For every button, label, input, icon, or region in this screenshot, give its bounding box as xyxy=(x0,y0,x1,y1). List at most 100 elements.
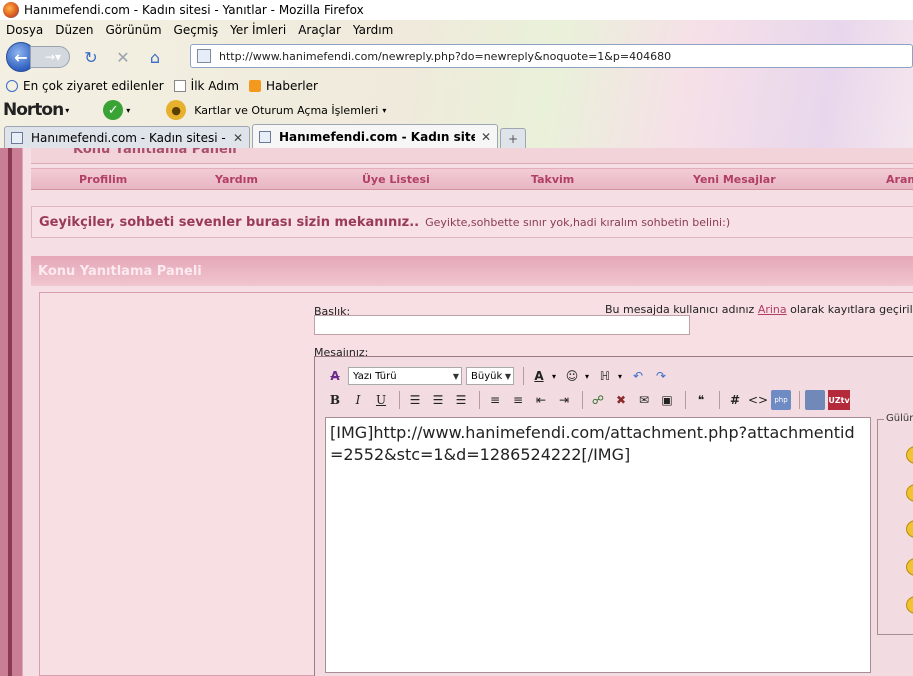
username-link[interactable]: Arina xyxy=(758,303,787,316)
text-color-icon[interactable]: A xyxy=(529,366,549,386)
smiley-icon[interactable] xyxy=(906,596,913,614)
lock-icon[interactable]: ● xyxy=(166,100,187,120)
link-icon[interactable]: ☍ xyxy=(588,390,608,410)
smiley-icon[interactable] xyxy=(906,484,913,502)
unlink-icon[interactable]: ✖ xyxy=(611,390,631,410)
smiley-icon[interactable] xyxy=(906,558,913,576)
title-input[interactable] xyxy=(314,315,690,335)
chevron-down-icon: ▼ xyxy=(452,372,459,381)
align-right-icon[interactable]: ☰ xyxy=(451,390,471,410)
nav-calendar[interactable]: Takvim xyxy=(531,173,574,186)
nav-members[interactable]: Üye Listesi xyxy=(362,173,430,186)
outdent-icon[interactable]: ⇤ xyxy=(531,390,551,410)
undo-icon[interactable]: ↶ xyxy=(628,366,648,386)
banner-title: Geyikçiler, sohbeti sevenler burası sizi… xyxy=(39,214,420,230)
page-content: Konu Yanıtlama Paneli Profilim Yardım Üy… xyxy=(22,148,913,676)
reply-panel: Başlık: Bu mesajda kullanıcı adınız Arin… xyxy=(39,292,913,676)
check-icon[interactable]: ✓ xyxy=(103,100,124,120)
menu-file[interactable]: Dosya xyxy=(6,23,43,37)
stop-icon[interactable]: ✕ xyxy=(112,46,134,68)
tab-strip: Hanımefendi.com - Kadın sitesi - Ki... ✕… xyxy=(0,124,913,148)
close-icon[interactable]: ✕ xyxy=(233,131,243,145)
search-icon xyxy=(6,80,18,92)
bookmark-label: İlk Adım xyxy=(190,79,239,93)
align-left-icon[interactable]: ☰ xyxy=(405,390,425,410)
bookmark-label: Haberler xyxy=(265,79,318,93)
font-select[interactable]: Yazı Türü ▼ xyxy=(348,367,462,385)
tab-first[interactable]: Hanımefendi.com - Kadın sitesi - Ki... ✕ xyxy=(4,126,250,148)
remove-format-icon[interactable]: A xyxy=(325,366,345,386)
hash-icon[interactable]: # xyxy=(725,390,745,410)
chevron-down-icon[interactable]: ▾ xyxy=(618,372,622,381)
menu-view[interactable]: Görünüm xyxy=(105,23,161,37)
toolbar-separator xyxy=(799,391,800,409)
banner-subtitle: Geyikte,sohbette sınır yok,hadi kıralım … xyxy=(425,215,731,229)
tab-active[interactable]: Hanımefendi.com - Kadın sitesi - ... ✕ xyxy=(252,124,498,148)
quote-icon[interactable]: ❝ xyxy=(691,390,711,410)
redo-icon[interactable]: ↷ xyxy=(651,366,671,386)
bookmark-first-steps[interactable]: İlk Adım xyxy=(173,79,239,93)
unordered-list-icon[interactable]: ≡ xyxy=(508,390,528,410)
url-text: http://www.hanimefendi.com/newreply.php?… xyxy=(219,49,672,63)
smiley-icon[interactable] xyxy=(906,446,913,464)
previous-panel-title: Konu Yanıtlama Paneli xyxy=(31,148,913,164)
message-editor: A Yazı Türü ▼ Büyük ▼ A ▾ ☺ ▾ ℍ ▾ ↶ ↷ B … xyxy=(314,356,913,676)
bookmark-news[interactable]: Haberler xyxy=(248,79,318,93)
message-textarea[interactable]: [IMG]http://www.hanimefendi.com/attachme… xyxy=(325,417,871,673)
italic-icon[interactable]: I xyxy=(348,390,368,410)
menu-tools[interactable]: Araçlar xyxy=(298,23,341,37)
reload-icon[interactable]: ↻ xyxy=(80,46,102,68)
tab-label: Hanımefendi.com - Kadın sitesi - Ki... xyxy=(31,130,227,145)
bookmark-most-visited[interactable]: En çok ziyaret edilenler xyxy=(6,79,164,93)
menu-bookmarks[interactable]: Yer İmleri xyxy=(230,23,286,37)
norton-toolbar: Norton ▾ ✓ ▾ ● Kartlar ve Oturum Açma İş… xyxy=(0,97,386,123)
chevron-down-icon[interactable]: ▾ xyxy=(126,106,130,115)
nav-new-posts[interactable]: Yeni Mesajlar xyxy=(693,173,776,186)
size-select[interactable]: Büyük ▼ xyxy=(466,367,514,385)
nav-search[interactable]: Aram xyxy=(886,173,913,186)
nav-profile[interactable]: Profilim xyxy=(79,173,127,186)
chevron-down-icon[interactable]: ▾ xyxy=(65,106,69,115)
indent-icon[interactable]: ⇥ xyxy=(554,390,574,410)
address-bar[interactable]: http://www.hanimefendi.com/newreply.php?… xyxy=(190,44,913,68)
toolbar-separator xyxy=(719,391,720,409)
smilies-box: Gülüm xyxy=(877,413,913,635)
bookmark-label: En çok ziyaret edilenler xyxy=(23,79,164,93)
site-nav: Profilim Yardım Üye Listesi Takvim Yeni … xyxy=(31,168,913,190)
menu-help[interactable]: Yardım xyxy=(353,23,393,37)
close-icon[interactable]: ✕ xyxy=(481,130,491,144)
align-center-icon[interactable]: ☰ xyxy=(428,390,448,410)
email-icon[interactable]: ✉ xyxy=(634,390,654,410)
forward-button[interactable]: →▾ xyxy=(30,46,70,68)
home-icon[interactable]: ⌂ xyxy=(144,46,166,68)
window-title-bar: Hanımefendi.com - Kadın sitesi - Yanıtla… xyxy=(0,0,913,20)
chevron-down-icon[interactable]: ▾ xyxy=(382,106,386,115)
chevron-down-icon[interactable]: ▾ xyxy=(552,372,556,381)
smiley-icon[interactable]: ☺ xyxy=(562,366,582,386)
dailymotion-icon[interactable] xyxy=(805,390,825,410)
bold-icon[interactable]: B xyxy=(325,390,345,410)
attachment-icon[interactable]: ℍ xyxy=(595,366,615,386)
user-info-text: olarak kayıtlara geçirile xyxy=(790,303,913,316)
page-icon xyxy=(11,131,23,144)
code-icon[interactable]: <> xyxy=(748,390,768,410)
forum-banner: Geyikçiler, sohbeti sevenler burası sizi… xyxy=(31,206,913,238)
menu-bar: Dosya Düzen Görünüm Geçmiş Yer İmleri Ar… xyxy=(0,20,405,40)
smiley-icon[interactable] xyxy=(906,520,913,538)
editor-toolbar-row-2: B I U ☰ ☰ ☰ ≡ ≡ ⇤ ⇥ ☍ ✖ ✉ ▣ ❝ # <> php U… xyxy=(325,389,853,411)
nav-help[interactable]: Yardım xyxy=(215,173,258,186)
menu-edit[interactable]: Düzen xyxy=(55,23,93,37)
cards-logins-button[interactable]: Kartlar ve Oturum Açma İşlemleri xyxy=(194,104,378,117)
rss-icon xyxy=(248,80,261,92)
menu-history[interactable]: Geçmiş xyxy=(174,23,219,37)
norton-logo[interactable]: Norton xyxy=(3,100,64,120)
ordered-list-icon[interactable]: ≡ xyxy=(485,390,505,410)
chevron-down-icon[interactable]: ▾ xyxy=(585,372,589,381)
php-icon[interactable]: php xyxy=(771,390,791,410)
new-tab-button[interactable]: + xyxy=(500,128,526,148)
page-left-border xyxy=(8,148,12,676)
uztv-icon[interactable]: UZtv xyxy=(828,390,850,410)
image-icon[interactable]: ▣ xyxy=(657,390,677,410)
underline-icon[interactable]: U xyxy=(371,390,391,410)
tab-label: Hanımefendi.com - Kadın sitesi - ... xyxy=(279,129,475,144)
